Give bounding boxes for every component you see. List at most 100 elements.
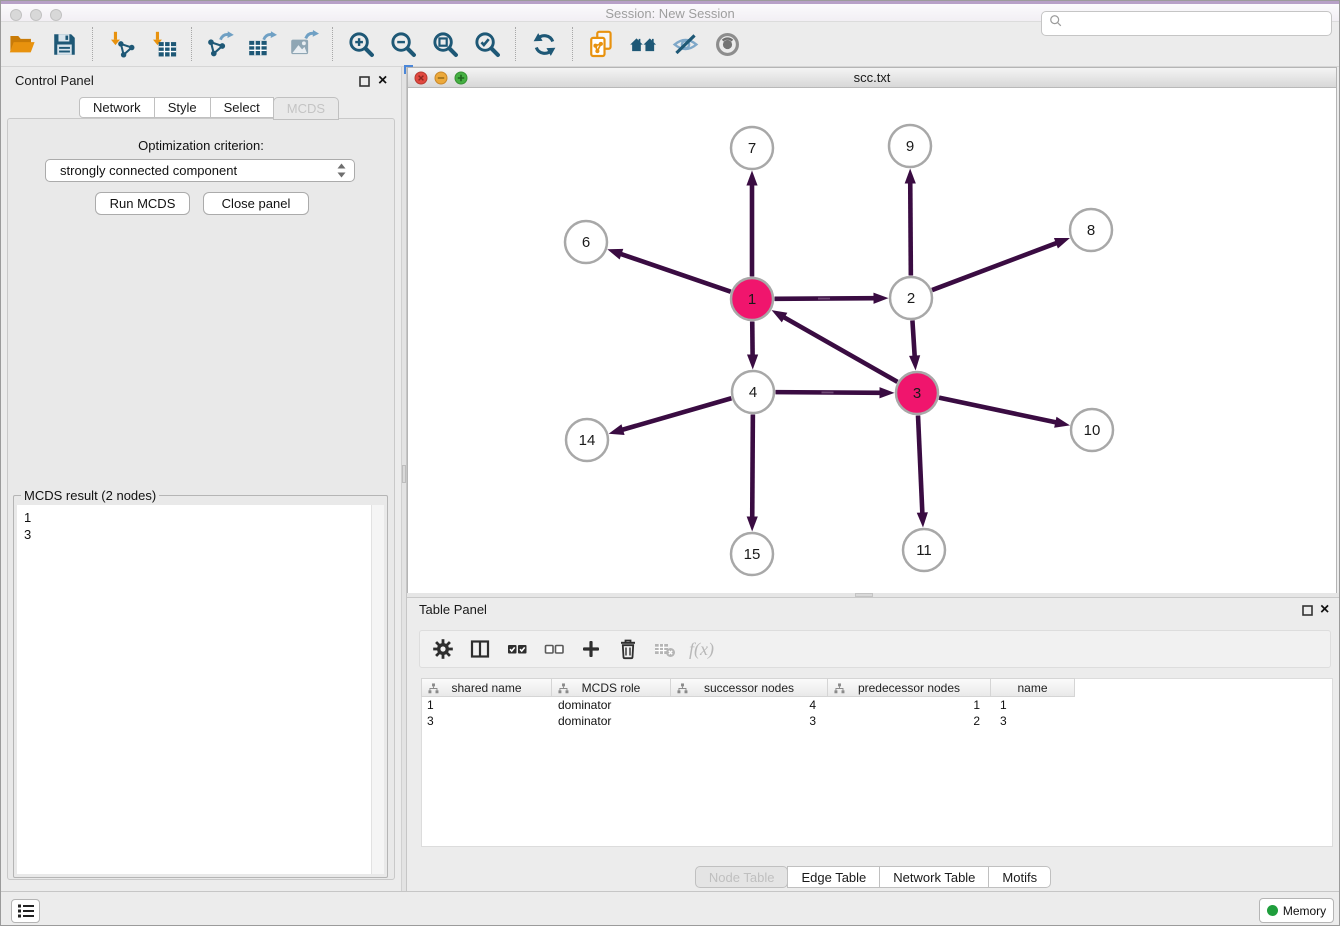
import-network-button[interactable] bbox=[100, 25, 142, 63]
task-history-button[interactable] bbox=[11, 899, 40, 923]
refresh-view-button[interactable] bbox=[523, 25, 565, 63]
add-entry-button[interactable] bbox=[572, 632, 609, 666]
table-panel-float-button[interactable] bbox=[1301, 604, 1314, 617]
zoom-fit-button[interactable] bbox=[424, 25, 466, 63]
criterion-select[interactable]: strongly connected component bbox=[45, 159, 355, 182]
zoom-out-button[interactable] bbox=[382, 25, 424, 63]
node-10[interactable]: 10 bbox=[1071, 409, 1113, 451]
column-header-predecessor-nodes[interactable]: predecessor nodes bbox=[827, 678, 991, 697]
table-cell[interactable]: dominator bbox=[552, 697, 672, 713]
table-cell[interactable]: 1 bbox=[421, 697, 552, 713]
memory-button[interactable]: Memory bbox=[1259, 898, 1334, 923]
clone-network-button[interactable] bbox=[580, 25, 622, 63]
column-header-shared-name[interactable]: shared name bbox=[421, 678, 552, 697]
save-session-button[interactable] bbox=[43, 25, 85, 63]
network-window-titlebar[interactable]: scc.txt bbox=[408, 68, 1336, 88]
table-cell[interactable]: 2 bbox=[830, 713, 994, 729]
column-header-name[interactable]: name bbox=[990, 678, 1075, 697]
hide-selected-button[interactable] bbox=[664, 25, 706, 63]
apply-function-button[interactable]: f(x) bbox=[683, 632, 720, 666]
control-panel-tab-select[interactable]: Select bbox=[210, 97, 274, 118]
table-panel-tab-node-table[interactable]: Node Table bbox=[695, 866, 789, 888]
export-network-button[interactable] bbox=[199, 25, 241, 63]
node-15[interactable]: 15 bbox=[731, 533, 773, 575]
table-row[interactable]: 1dominator411 bbox=[421, 697, 1079, 713]
control-panel-tab-mcds[interactable]: MCDS bbox=[273, 97, 339, 120]
delete-table-button[interactable] bbox=[646, 632, 683, 666]
node-4[interactable]: 4 bbox=[732, 371, 774, 413]
node-8[interactable]: 8 bbox=[1070, 209, 1112, 251]
table-row[interactable]: 3dominator323 bbox=[421, 713, 1079, 729]
edge-3-10[interactable] bbox=[939, 398, 1070, 428]
table-panel-tab-edge-table[interactable]: Edge Table bbox=[787, 866, 880, 888]
edge-1-7[interactable] bbox=[746, 171, 757, 277]
result-scrollbar[interactable] bbox=[371, 505, 384, 874]
control-panel-tab-network[interactable]: Network bbox=[79, 97, 155, 118]
node-14[interactable]: 14 bbox=[566, 419, 608, 461]
node-label: 11 bbox=[916, 542, 932, 559]
network-graph: 1 2 3 4 6 7 8 9 10 11 14 15 bbox=[408, 88, 1336, 593]
node-2[interactable]: 2 bbox=[890, 277, 932, 319]
vertical-splitter-handle[interactable] bbox=[402, 465, 406, 483]
control-panel-float-button[interactable] bbox=[358, 75, 371, 88]
control-panel-close-button[interactable]: × bbox=[378, 74, 387, 87]
select-all-button[interactable] bbox=[498, 632, 535, 666]
table-cell[interactable]: 3 bbox=[994, 713, 1079, 729]
delete-entry-icon bbox=[616, 637, 640, 661]
node-3[interactable]: 3 bbox=[896, 372, 938, 414]
edge-4-3[interactable] bbox=[775, 387, 894, 398]
node-11[interactable]: 11 bbox=[903, 529, 945, 571]
column-header-label: shared name bbox=[451, 681, 521, 695]
table-panel-close-button[interactable]: × bbox=[1320, 603, 1329, 616]
first-neighbors-button[interactable] bbox=[622, 25, 664, 63]
import-table-button[interactable] bbox=[142, 25, 184, 63]
node-9[interactable]: 9 bbox=[889, 125, 931, 167]
edge-3-11[interactable] bbox=[917, 415, 928, 527]
edge-1-4[interactable] bbox=[747, 321, 758, 369]
table-panel-tab-network-table[interactable]: Network Table bbox=[879, 866, 989, 888]
close-panel-button[interactable]: Close panel bbox=[203, 192, 309, 215]
table-cell[interactable]: 4 bbox=[672, 697, 830, 713]
run-mcds-button[interactable]: Run MCDS bbox=[95, 192, 190, 215]
table-settings-button[interactable] bbox=[424, 632, 461, 666]
export-image-button[interactable] bbox=[283, 25, 325, 63]
toolbar-separator bbox=[191, 27, 192, 61]
edge-2-9[interactable] bbox=[905, 168, 916, 275]
table-cell[interactable]: 1 bbox=[994, 697, 1079, 713]
delete-entry-button[interactable] bbox=[609, 632, 646, 666]
column-header-MCDS-role[interactable]: MCDS role bbox=[551, 678, 671, 697]
list-icon bbox=[17, 903, 35, 919]
export-table-button[interactable] bbox=[241, 25, 283, 63]
node-6[interactable]: 6 bbox=[565, 221, 607, 263]
node-1[interactable]: 1 bbox=[731, 278, 773, 320]
table-cell[interactable]: 1 bbox=[830, 697, 994, 713]
zoom-in-button[interactable] bbox=[340, 25, 382, 63]
edge-1-6[interactable] bbox=[607, 249, 730, 292]
network-canvas[interactable]: 1 2 3 4 6 7 8 9 10 11 14 15 bbox=[408, 88, 1336, 593]
table-cell[interactable]: 3 bbox=[672, 713, 830, 729]
zoom-selected-button[interactable] bbox=[466, 25, 508, 63]
edge-2-3[interactable] bbox=[909, 320, 920, 370]
split-panel-button[interactable] bbox=[461, 632, 498, 666]
deselect-all-button[interactable] bbox=[535, 632, 572, 666]
node-7[interactable]: 7 bbox=[731, 127, 773, 169]
show-all-button[interactable] bbox=[706, 25, 748, 63]
refresh-view-icon bbox=[530, 30, 559, 59]
mcds-result-list[interactable]: 1 3 bbox=[17, 505, 384, 874]
network-view-window: scc.txt 1 2 3 4 6 7 8 9 10 11 14 15 bbox=[407, 67, 1337, 593]
edge-2-8[interactable] bbox=[932, 238, 1070, 290]
table-panel-tab-motifs[interactable]: Motifs bbox=[988, 866, 1051, 888]
edge-1-2[interactable] bbox=[774, 293, 888, 304]
open-session-icon bbox=[8, 30, 37, 59]
table-cell[interactable]: dominator bbox=[552, 713, 672, 729]
search-input[interactable] bbox=[1068, 17, 1324, 31]
edge-4-14[interactable] bbox=[609, 398, 732, 435]
column-header-successor-nodes[interactable]: successor nodes bbox=[670, 678, 828, 697]
edge-3-1[interactable] bbox=[772, 310, 898, 382]
table-cell[interactable]: 3 bbox=[421, 713, 552, 729]
open-session-button[interactable] bbox=[1, 25, 43, 63]
application-window: Session: New Session Control Panel × Net… bbox=[0, 0, 1340, 926]
control-panel-tab-style[interactable]: Style bbox=[154, 97, 211, 118]
edge-4-15[interactable] bbox=[747, 414, 758, 531]
search-box[interactable] bbox=[1041, 11, 1332, 36]
